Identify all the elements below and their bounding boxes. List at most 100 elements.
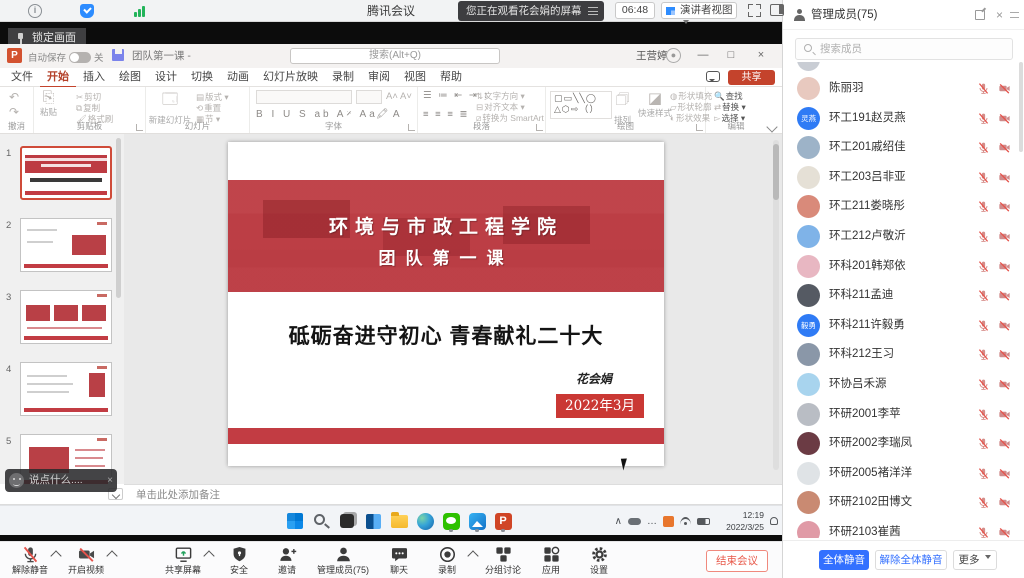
battery-icon[interactable] [697,518,710,525]
ppt-tab-切换[interactable]: 切换 [184,68,220,86]
taskbar-file-explorer-icon[interactable] [388,510,410,532]
member-camera-off-icon[interactable] [998,496,1011,509]
member-mic-off-icon[interactable] [977,437,990,450]
dialog-launcher-icon[interactable] [408,124,415,131]
member-row[interactable]: 环研2002李瑞凤 [783,429,1024,459]
member-mic-off-icon[interactable] [977,112,990,125]
toolbar-share-button[interactable]: 共享屏幕 [159,544,207,576]
banner-menu-icon[interactable] [588,7,598,15]
member-mic-off-icon[interactable] [977,526,990,538]
mute-all-button[interactable]: 全体静音 [819,550,869,570]
member-camera-off-icon[interactable] [998,200,1011,213]
slide-canvas[interactable]: 环境与市政工程学院 团队第一课 砥砺奋进守初心 青春献礼二十大 花会娟 2022… [228,142,664,466]
member-camera-off-icon[interactable] [998,112,1011,125]
taskbar-search-icon[interactable] [310,510,332,532]
paste-button[interactable]: ⎘粘贴 [40,89,57,118]
member-row[interactable]: 灵燕 环工191赵灵燕 [783,104,1024,134]
shapes-gallery[interactable]: ▢▭╲╲◯△⬡⇨（） [550,91,612,119]
popout-panel-icon[interactable] [975,10,985,20]
member-camera-off-icon[interactable] [998,230,1011,243]
member-mic-off-icon[interactable] [977,467,990,480]
member-list-scrollbar[interactable] [1019,62,1023,152]
member-mic-off-icon[interactable] [977,408,990,421]
view-mode-button[interactable]: 演讲者视图 [661,2,737,19]
chat-input-placeholder[interactable]: 说点什么.... [29,469,83,492]
ppt-tab-设计[interactable]: 设计 [148,68,184,86]
member-camera-off-icon[interactable] [998,260,1011,273]
tray-chevron-icon[interactable]: ∧ [615,516,622,527]
ppt-tab-幻灯片放映[interactable]: 幻灯片放映 [256,68,325,86]
member-camera-off-icon[interactable] [998,467,1011,480]
member-camera-off-icon[interactable] [998,319,1011,332]
chat-close-icon[interactable]: × [107,469,113,492]
taskbar-wechat-icon[interactable] [440,510,462,532]
redo-icon[interactable]: ↷ [9,105,19,119]
ppt-tab-动画[interactable]: 动画 [220,68,256,86]
member-camera-off-icon[interactable] [998,408,1011,421]
member-row[interactable]: 环协吕禾源 [783,370,1024,400]
member-row[interactable]: 环研2001李苹 [783,400,1024,430]
toolbar-apps-button[interactable]: 应用 [527,544,575,576]
taskbar-photos-icon[interactable] [466,510,488,532]
wifi-icon[interactable] [680,517,691,525]
ppt-tab-录制[interactable]: 录制 [325,68,361,86]
member-camera-off-icon[interactable] [998,289,1011,302]
minimize-button[interactable]: — [690,44,716,68]
toolbar-mic-off-button[interactable]: 解除静音 [6,544,54,576]
ppt-share-button[interactable]: 共享 [728,70,775,85]
comments-icon[interactable] [706,71,720,82]
member-row[interactable]: 环工211娄晓彤 [783,192,1024,222]
member-mic-off-icon[interactable] [977,319,990,332]
member-row[interactable]: 环工212卢敬沂 [783,222,1024,252]
fullscreen-icon[interactable] [748,4,761,17]
close-button[interactable]: × [748,44,774,68]
thumbnail-scrollbar[interactable] [116,138,121,298]
member-row[interactable]: 环研2005褚洋洋 [783,459,1024,489]
close-panel-icon[interactable]: × [996,0,1003,30]
quick-styles-button[interactable]: ◪快速样式 [638,89,672,119]
panel-menu-icon[interactable] [1010,12,1019,18]
member-row[interactable]: 环工203吕非亚 [783,163,1024,193]
toolbar-shield-button[interactable]: 安全 [215,544,263,576]
floating-chat-bar[interactable]: 说点什么.... × [5,469,117,492]
undo-icon[interactable]: ↶ [9,90,19,104]
canvas-scrollbar[interactable] [773,140,779,470]
font-name-box[interactable] [256,90,352,104]
ppt-tab-帮助[interactable]: 帮助 [433,68,469,86]
notification-bell-icon[interactable] [770,517,778,525]
member-mic-off-icon[interactable] [977,141,990,154]
grow-shrink-font-icons[interactable]: A˄ A˅ [386,91,412,102]
member-camera-off-icon[interactable] [998,141,1011,154]
taskbar-powerpoint-icon[interactable]: P [492,510,514,532]
align-buttons[interactable]: ≡ ≡ ≡ ≣ [423,109,470,120]
member-mic-off-icon[interactable] [977,82,990,95]
ppt-tab-文件[interactable]: 文件 [4,68,40,86]
taskbar-start-icon[interactable] [284,510,306,532]
dialog-launcher-icon[interactable] [136,124,143,131]
ppt-tab-绘图[interactable]: 绘图 [112,68,148,86]
taskbar-widgets-icon[interactable] [362,510,384,532]
end-meeting-button[interactable]: 结束会议 [706,550,768,572]
member-row[interactable]: 环科212王习 [783,340,1024,370]
member-row[interactable]: 陈丽羽 [783,74,1024,104]
member-camera-off-icon[interactable] [998,171,1011,184]
system-tray[interactable]: ∧ … [615,506,710,536]
member-row[interactable]: 环科201韩郑依 [783,252,1024,282]
autosave-toggle[interactable]: 自动保存关 [28,50,104,64]
more-button[interactable]: 更多 [953,550,997,570]
ppt-tab-插入[interactable]: 插入 [76,68,112,86]
collapse-ribbon-icon[interactable] [766,121,777,132]
toolbar-chat-button[interactable]: 聊天 [375,544,423,576]
member-row[interactable]: 环研2103崔茜 [783,518,1024,538]
maximize-button[interactable]: □ [718,44,744,68]
member-camera-off-icon[interactable] [998,526,1011,538]
ppt-tab-开始[interactable]: 开始 [40,68,76,88]
dialog-launcher-icon[interactable] [696,124,703,131]
font-format-buttons[interactable]: B I U S ab A𝄎 Aa [256,109,378,120]
member-mic-off-icon[interactable] [977,378,990,391]
member-mic-off-icon[interactable] [977,230,990,243]
toolbar-record-button[interactable]: 录制 [423,544,471,576]
member-camera-off-icon[interactable] [998,348,1011,361]
ppt-tab-视图[interactable]: 视图 [397,68,433,86]
toggle-switch-icon[interactable] [69,52,91,63]
